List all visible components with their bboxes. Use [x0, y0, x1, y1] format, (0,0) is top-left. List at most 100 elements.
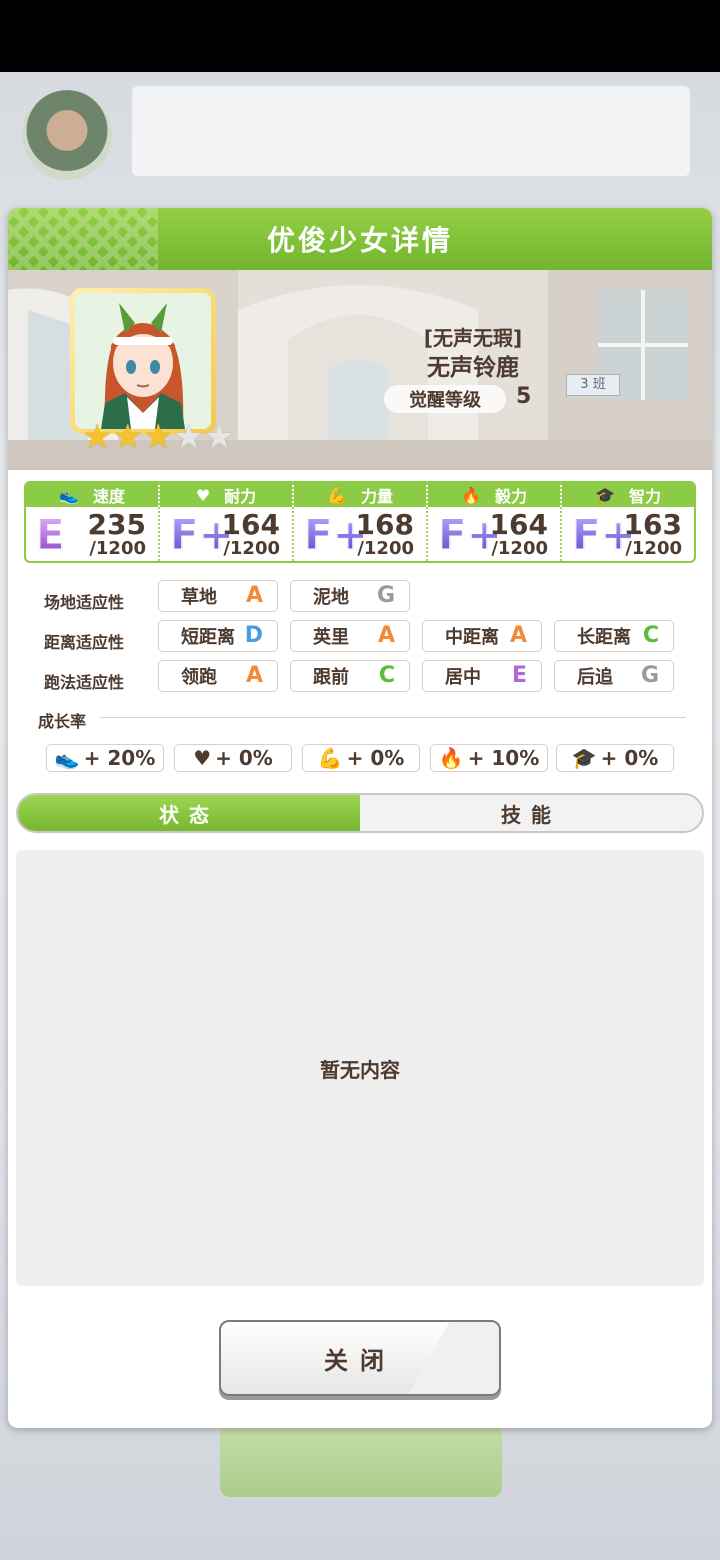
aptitude-name: 草地	[181, 587, 217, 608]
class-sign: 3 班	[566, 374, 620, 396]
growth-value: + 0%	[215, 746, 273, 770]
aptitude-name: 短距离	[181, 627, 235, 648]
stat-value: 163	[623, 508, 682, 541]
growth-value: + 0%	[346, 746, 405, 770]
flame-icon: 🔥	[438, 746, 464, 770]
aptitude-grade: A	[245, 663, 263, 688]
awaken-level-value: 5	[516, 384, 532, 409]
status-bar	[0, 0, 720, 72]
aptitude-late-surger: 居中 E	[422, 660, 542, 692]
growth-power: 💪 + 0%	[302, 744, 420, 772]
aptitude-grade: C	[642, 623, 659, 648]
stat-name: 毅力	[494, 487, 527, 506]
aptitude-mile: 英里 A	[290, 620, 410, 652]
aptitude-turf: 草地 A	[158, 580, 278, 612]
shoe-icon: 👟	[59, 485, 79, 505]
growth-value: + 0%	[600, 746, 659, 770]
growth-rate-label: 成长率	[38, 712, 87, 731]
aptitude-grade: C	[378, 663, 395, 688]
tab-content-area: 暂无内容	[16, 850, 704, 1286]
character-epithet: [无声无瑕]	[423, 326, 523, 350]
aptitude-end-closer: 后追 G	[554, 660, 674, 692]
aptitude-grade: A	[377, 623, 395, 648]
stat-max: /1200	[491, 538, 548, 559]
stat-name: 力量	[360, 487, 393, 506]
stat-speed: 👟 速度 E 235 /1200	[26, 483, 160, 561]
aptitude-dirt: 泥地 G	[290, 580, 410, 612]
awaken-level-label: 觉醒等级	[384, 385, 506, 413]
aptitude-grade: D	[244, 623, 263, 648]
aptitude-name: 英里	[313, 627, 349, 648]
stat-grade: E	[36, 510, 66, 559]
character-detail-modal: 优俊少女详情 ★ ★ ★ ★ ★ [无声无瑕] 无声铃鹿 觉醒等级 5 3 班 …	[8, 208, 712, 1428]
tab-status[interactable]: 状态	[18, 795, 360, 831]
star-empty-icon: ★	[173, 417, 204, 457]
aptitude-medium: 中距离 A	[422, 620, 542, 652]
growth-stamina: ♥ + 0%	[174, 744, 292, 772]
stat-name: 速度	[92, 487, 125, 506]
style-aptitude-label: 跑法适应性	[44, 673, 125, 692]
background-dialog-bubble	[132, 86, 690, 176]
stat-value: 235	[87, 508, 146, 541]
aptitude-name: 长距离	[577, 627, 631, 648]
growth-speed: 👟 + 20%	[46, 744, 164, 772]
stat-name: 智力	[628, 487, 661, 506]
stat-max: /1200	[89, 538, 146, 559]
shoe-icon: 👟	[54, 746, 80, 770]
growth-wisdom: 🎓 + 0%	[556, 744, 674, 772]
track-aptitude-label: 场地适应性	[44, 593, 125, 612]
close-button-label: 关闭	[324, 1346, 396, 1375]
graduation-cap-icon: 🎓	[571, 746, 597, 770]
distance-aptitude-label: 距离适应性	[44, 633, 125, 652]
header-pattern	[8, 208, 158, 270]
modal-title: 优俊少女详情	[266, 224, 453, 257]
aptitude-grade: G	[376, 583, 395, 608]
star-icon: ★	[112, 417, 143, 457]
muscle-icon: 💪	[317, 746, 343, 770]
aptitude-front-runner: 领跑 A	[158, 660, 278, 692]
tab-skills[interactable]: 技能	[360, 795, 702, 831]
stat-wisdom: 🎓 智力 F+ 163 /1200	[562, 483, 694, 561]
aptitude-grade: E	[511, 663, 527, 688]
graduation-cap-icon: 🎓	[595, 485, 615, 505]
growth-value: + 10%	[467, 746, 540, 770]
stat-value: 164	[489, 508, 548, 541]
aptitude-grade: G	[640, 663, 659, 688]
close-button[interactable]: 关闭	[219, 1320, 501, 1396]
aptitude-name: 泥地	[313, 587, 349, 608]
background-speaker-avatar	[22, 90, 112, 180]
character-name: 无声铃鹿	[427, 355, 519, 381]
aptitude-pace-chaser: 跟前 C	[290, 660, 410, 692]
stat-stamina: ♥ 耐力 F+ 164 /1200	[160, 483, 294, 561]
star-icon: ★	[142, 417, 174, 457]
heart-icon: ♥	[195, 485, 211, 505]
character-avatar	[75, 293, 211, 429]
heart-icon: ♥	[193, 746, 212, 770]
detail-tabs: 状态 技能	[16, 793, 704, 833]
stat-max: /1200	[223, 538, 280, 559]
aptitude-name: 中距离	[445, 627, 499, 648]
stat-guts: 🔥 毅力 F+ 164 /1200	[428, 483, 562, 561]
aptitude-name: 跟前	[313, 667, 349, 688]
star-empty-icon: ★	[203, 417, 235, 457]
stat-value: 164	[221, 508, 280, 541]
empty-state-text: 暂无内容	[320, 1057, 400, 1082]
star-rating: ★ ★ ★ ★ ★	[82, 420, 234, 454]
star-icon: ★	[82, 417, 113, 457]
aptitude-name: 领跑	[181, 667, 217, 688]
stat-max: /1200	[625, 538, 682, 559]
aptitude-name: 居中	[445, 667, 481, 688]
aptitude-grade: A	[509, 623, 527, 648]
growth-divider	[100, 717, 686, 718]
aptitude-long: 长距离 C	[554, 620, 674, 652]
background-next-button	[220, 1425, 502, 1497]
stats-panel: 👟 速度 E 235 /1200 ♥ 耐力 F+ 164 /1200 💪 力量 F+ …	[24, 481, 696, 563]
aptitude-name: 后追	[577, 667, 613, 688]
growth-value: + 20%	[83, 746, 156, 770]
muscle-icon: 💪	[327, 485, 347, 505]
stat-power: 💪 力量 F+ 168 /1200	[294, 483, 428, 561]
button-shine	[389, 1322, 499, 1394]
modal-header: 优俊少女详情	[8, 208, 712, 270]
stat-max: /1200	[357, 538, 414, 559]
aptitude-grade: A	[245, 583, 263, 608]
